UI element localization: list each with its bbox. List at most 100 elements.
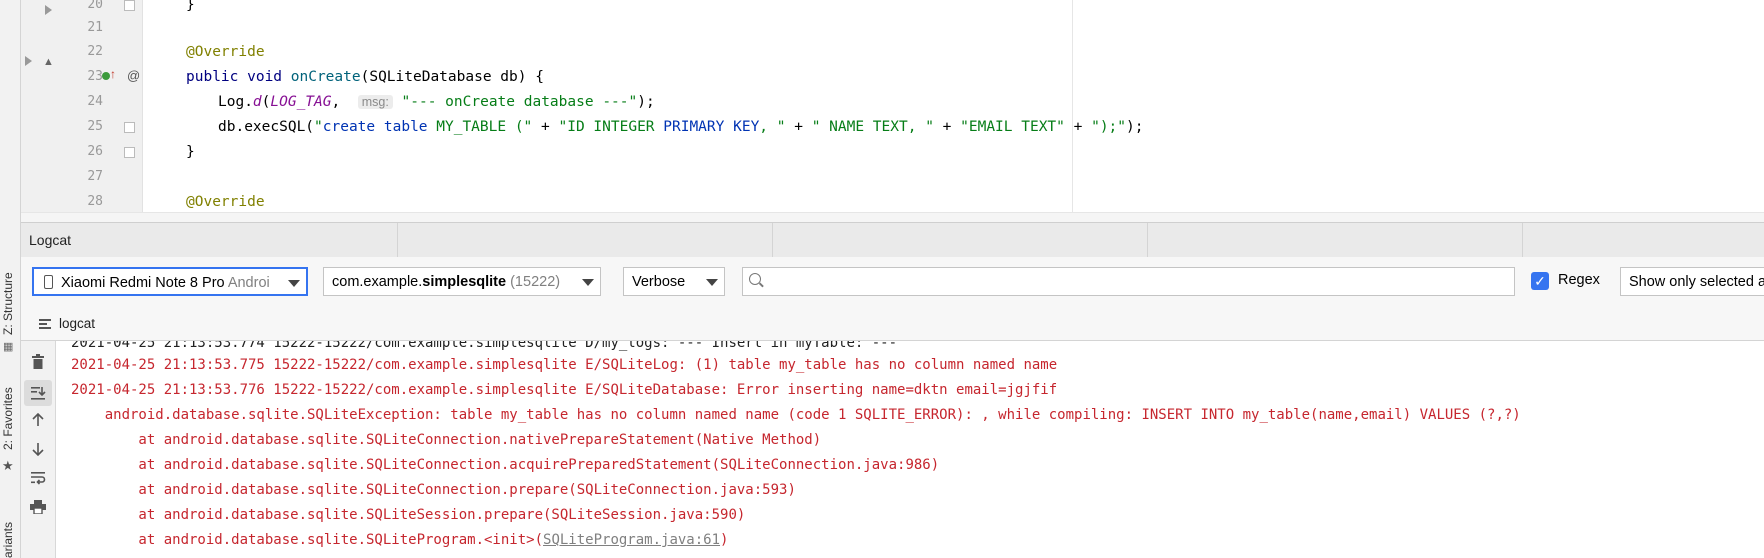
code-line: }: [186, 144, 195, 160]
line-number: 28: [87, 194, 103, 209]
code-token: Log.: [218, 94, 253, 110]
divider: [1147, 223, 1148, 257]
search-icon-handle: [759, 282, 764, 288]
build-variants-panel-tab[interactable]: ariants: [1, 505, 19, 558]
log-line: 2021-04-25 21:13:53.774 15222-15222/com.…: [71, 341, 898, 351]
sql-keyword: PRIMARY KEY: [663, 119, 760, 135]
scroll-to-end-button[interactable]: [24, 380, 52, 406]
log-line: at android.database.sqlite.SQLiteConnect…: [71, 432, 822, 448]
code-line-log: Log.d(LOG_TAG, msg: "--- onCreate databa…: [218, 94, 655, 110]
code-line: }: [186, 0, 195, 13]
line-number: 23: [87, 69, 103, 84]
log-line: 2021-04-25 21:13:53.776 15222-15222/com.…: [71, 382, 1058, 398]
override-arrow-icon[interactable]: ↑: [110, 67, 116, 81]
divider: [397, 223, 398, 257]
log-level-label: Verbose: [632, 274, 686, 290]
process-name: simplesqlite: [422, 274, 507, 290]
line-number: 24: [87, 94, 103, 109]
code-token: +: [785, 119, 812, 135]
soft-wrap-button[interactable]: [28, 468, 48, 488]
left-tool-strip: Z: Structure ▦ 2: Favorites ★ ariants: [0, 0, 21, 558]
search-box[interactable]: [742, 267, 1515, 296]
string-literal: "EMAIL TEXT": [960, 119, 1065, 135]
log-line-text: at android.database.sqlite.SQLiteProgram…: [71, 532, 544, 548]
device-dropdown[interactable]: Xiaomi Redmi Note 8 Pro Androi: [32, 267, 308, 296]
divider: [1522, 223, 1523, 257]
arrow-up-icon: [32, 413, 44, 426]
logcat-toolbar: Xiaomi Redmi Note 8 Pro Androi com.examp…: [21, 257, 1764, 307]
sql-keyword: create table: [322, 119, 428, 135]
code-token: +: [933, 119, 961, 135]
device-label: Xiaomi Redmi Note 8 Pro Androi: [61, 275, 279, 291]
line-number: 27: [87, 169, 103, 184]
log-line: 2021-04-25 21:13:53.775 15222-15222/com.…: [71, 357, 1058, 373]
structure-panel-tab[interactable]: Z: Structure: [1, 245, 19, 335]
method-name: onCreate: [290, 69, 361, 85]
process-label: com.example.simplesqlite (15222): [332, 274, 560, 290]
down-button[interactable]: [28, 439, 48, 459]
code-token: +: [1064, 119, 1092, 135]
log-line: at android.database.sqlite.SQLiteConnect…: [71, 457, 940, 473]
process-name-prefix: com.example.: [332, 274, 423, 290]
star-icon: ★: [2, 458, 14, 473]
chevron-down-icon: [706, 279, 718, 286]
fold-marker-icon[interactable]: [124, 147, 135, 158]
logcat-side-toolbar: [21, 341, 56, 558]
clear-logcat-button[interactable]: [28, 352, 48, 372]
line-number: 22: [87, 44, 103, 59]
device-name: Xiaomi Redmi Note 8 Pro: [61, 275, 225, 291]
line-number: 25: [87, 119, 103, 134]
logcat-output[interactable]: 2021-04-25 21:13:53.774 15222-15222/com.…: [56, 341, 1764, 558]
print-button[interactable]: [28, 497, 48, 517]
regex-label: Regex: [1558, 272, 1600, 288]
right-margin-guide: [1072, 0, 1073, 222]
log-line-tail: ): [720, 532, 729, 548]
divider: [772, 223, 773, 257]
filter-dropdown[interactable]: Show only selected app: [1620, 267, 1764, 296]
code-line-method-signature: public void onCreate(SQLiteDatabase db) …: [186, 69, 544, 85]
favorites-panel-tab[interactable]: 2: Favorites: [1, 380, 19, 450]
code-editor[interactable]: ▲ ↑ @ 20 21 22 23 24 25 26 27 28 } @Over…: [21, 0, 1764, 222]
editor-horizontal-scrollbar[interactable]: [21, 212, 1764, 222]
phone-icon: [44, 275, 53, 289]
process-dropdown[interactable]: com.example.simplesqlite (15222): [323, 267, 601, 296]
log-line: at android.database.sqlite.SQLiteConnect…: [71, 482, 796, 498]
arrow-down-icon: [32, 443, 44, 456]
logcat-panel-header: Logcat: [21, 222, 1764, 258]
list-icon: [39, 319, 51, 329]
editor-gutter: ▲ ↑ @ 20 21 22 23 24 25 26 27 28: [21, 0, 143, 222]
string-literal: ");": [1091, 119, 1127, 135]
log-level-dropdown[interactable]: Verbose: [623, 267, 725, 296]
parameter-hint: msg:: [357, 95, 393, 109]
code-token: );: [637, 94, 655, 110]
logcat-tab-bar: logcat: [21, 307, 1764, 341]
expand-arrow-icon[interactable]: [45, 5, 52, 15]
keyword: public void: [186, 69, 291, 85]
code-token: LOG_TAG: [270, 94, 332, 110]
code-token: db.execSQL(: [218, 119, 315, 135]
fold-marker-icon[interactable]: [124, 0, 135, 11]
fold-marker-icon[interactable]: [124, 122, 135, 133]
line-number: 26: [87, 144, 103, 159]
params: (SQLiteDatabase db) {: [360, 69, 544, 85]
string-literal: MY_TABLE (": [427, 119, 533, 135]
source-link[interactable]: SQLiteProgram.java:61: [543, 532, 720, 548]
code-line-annotation: @Override: [186, 44, 265, 60]
code-token: +: [532, 119, 559, 135]
at-annotation-icon: @: [127, 68, 141, 83]
scroll-to-end-icon: [31, 387, 46, 400]
regex-checkbox[interactable]: ✓: [1531, 272, 1549, 290]
logcat-title: Logcat: [29, 232, 72, 248]
log-line: android.database.sqlite.SQLiteException:…: [71, 407, 1521, 423]
device-suffix: Androi: [224, 275, 270, 291]
android-icon: ▲: [43, 56, 54, 68]
string-literal: " NAME TEXT, ": [811, 119, 934, 135]
tab-logcat[interactable]: logcat: [59, 316, 95, 331]
up-button[interactable]: [28, 410, 48, 430]
search-input[interactable]: [773, 271, 1507, 293]
chevron-down-icon: [288, 280, 300, 287]
run-arrow-icon[interactable]: [25, 56, 32, 66]
trash-icon: [32, 354, 44, 369]
implements-icon[interactable]: [102, 72, 110, 80]
string-literal: ": [314, 119, 323, 135]
